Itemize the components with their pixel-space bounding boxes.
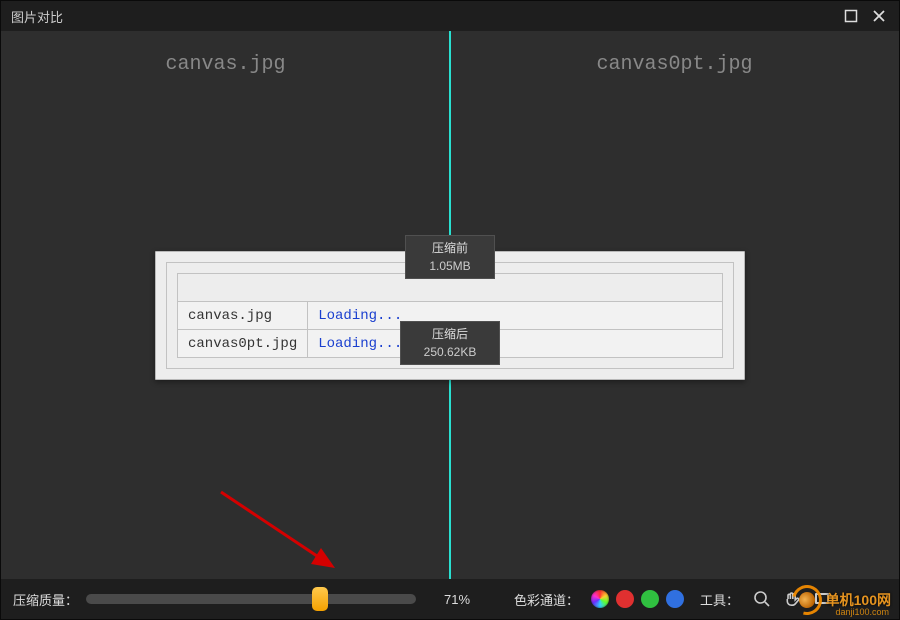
zoom-tool-icon[interactable]	[751, 588, 773, 610]
file-status-cell: Loading...	[308, 302, 723, 330]
titlebar: 图片对比	[1, 1, 899, 31]
channel-green-icon[interactable]	[641, 590, 659, 608]
channel-red-icon[interactable]	[616, 590, 634, 608]
file-name-cell: canvas0pt.jpg	[178, 330, 308, 358]
left-filename: canvas.jpg	[1, 53, 450, 76]
close-button[interactable]	[865, 2, 893, 30]
size-before-tag: 压缩前 1.05MB	[405, 235, 495, 279]
size-after-tag: 压缩后 250.62KB	[400, 321, 500, 365]
channel-blue-icon[interactable]	[666, 590, 684, 608]
window-title: 图片对比	[11, 7, 63, 26]
size-after-label: 压缩后	[410, 325, 490, 343]
color-channels	[591, 590, 684, 608]
quality-percent: 71%	[434, 592, 480, 607]
watermark-sub: danji100.com	[835, 607, 889, 617]
annotation-arrow	[213, 484, 343, 574]
maximize-button[interactable]	[837, 2, 865, 30]
quality-label: 压缩质量：	[13, 590, 78, 609]
hand-tool-icon[interactable]	[781, 588, 803, 610]
size-before-value: 1.05MB	[415, 257, 485, 275]
slider-thumb[interactable]	[312, 587, 328, 611]
size-before-label: 压缩前	[415, 239, 485, 257]
size-after-value: 250.62KB	[410, 343, 490, 361]
right-filename: canvas0pt.jpg	[450, 53, 899, 76]
tools-label: 工具：	[700, 590, 739, 609]
channel-all-icon[interactable]	[591, 590, 609, 608]
bottombar: 压缩质量： 71% 色彩通道： 工具：	[1, 579, 899, 619]
channel-label: 色彩通道：	[514, 590, 579, 609]
compare-area: canvas.jpg canvas0pt.jpg 压缩前 1.05MB canv…	[1, 31, 899, 579]
file-name-cell: canvas.jpg	[178, 302, 308, 330]
fit-screen-icon[interactable]	[811, 588, 833, 610]
watermark-text: 单机100网	[826, 590, 891, 610]
tools-group	[751, 588, 833, 610]
quality-slider[interactable]	[86, 594, 416, 604]
file-status-cell: Loading...	[308, 330, 723, 358]
